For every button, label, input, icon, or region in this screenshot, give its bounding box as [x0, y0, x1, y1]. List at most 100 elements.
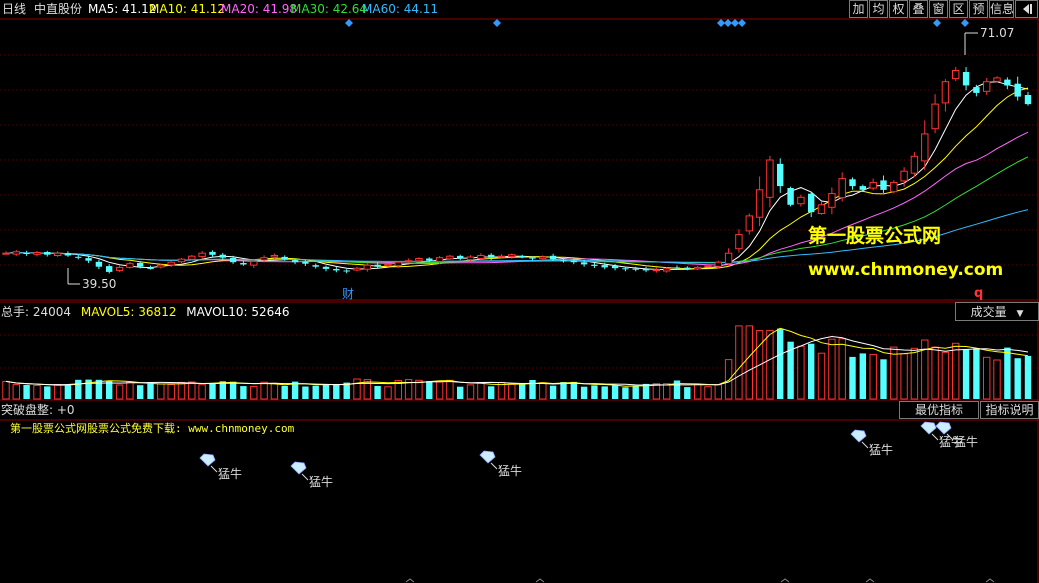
candle-body	[817, 204, 826, 215]
info-diamond-icon	[731, 19, 739, 27]
signal-marker: 猛牛	[290, 461, 333, 489]
volume-bar	[457, 386, 464, 399]
candle-body	[260, 257, 268, 261]
candle-body	[497, 255, 506, 258]
mavol5-label: MAVOL5: 36812	[80, 305, 177, 319]
candle-body	[115, 266, 124, 271]
volume-bar	[849, 356, 856, 399]
volume-bar	[250, 385, 258, 400]
volume-indicator-dropdown[interactable]: 成交量 ▼	[955, 302, 1039, 321]
candle-body	[508, 254, 516, 258]
volume-bar	[219, 381, 226, 399]
volume-bar	[64, 384, 72, 399]
volume-bar	[777, 328, 784, 399]
candle-body	[766, 159, 774, 198]
volume-bar	[229, 381, 237, 399]
volume-bar	[446, 379, 454, 400]
chevron-down-icon: ▼	[1016, 309, 1024, 319]
candle-body	[240, 263, 247, 265]
volume-bar	[735, 325, 743, 400]
volume-bar	[353, 378, 361, 400]
volume-bar	[808, 343, 815, 399]
volume-bar	[209, 382, 216, 399]
volume-bar	[694, 384, 702, 400]
volume-bar	[508, 383, 516, 400]
bottom-tick-mark	[780, 578, 790, 583]
candle-body	[714, 261, 722, 267]
volume-bar	[519, 384, 526, 399]
bottom-tick-mark	[865, 578, 875, 583]
volume-bar	[549, 385, 557, 399]
candle-body	[684, 267, 691, 269]
candle-body	[601, 265, 608, 268]
indicator-help-button[interactable]: 指标说明	[980, 401, 1039, 419]
volume-bar	[611, 385, 619, 399]
candle-body	[23, 253, 30, 254]
candle-body	[322, 266, 330, 269]
volume-bar	[53, 384, 62, 400]
diamond-icon	[850, 429, 867, 443]
volume-bar	[973, 348, 980, 399]
volume-bar	[167, 384, 175, 400]
mavol10-label: MAVOL10: 52646	[186, 305, 290, 319]
volume-bar	[333, 384, 340, 399]
total-volume-label: 总手: 24004	[1, 305, 72, 319]
stock-chart[interactable]: 猛牛猛牛猛牛猛牛猛牛猛牛 71.07 39.50 财 q 第一股票公式网 www…	[0, 0, 1039, 583]
volume-bar	[766, 329, 774, 400]
candle-body	[353, 267, 361, 271]
volume-bar	[147, 383, 154, 399]
candle-body	[446, 255, 454, 260]
volume-bar	[322, 384, 330, 399]
volume-bar	[931, 346, 939, 400]
candle-body	[198, 252, 206, 257]
candle-body	[859, 186, 866, 190]
volume-bar	[384, 386, 392, 400]
signal-marker: 猛牛	[479, 450, 522, 478]
candle-body	[849, 179, 856, 187]
signal-arrow	[210, 465, 218, 473]
volume-bar	[157, 383, 165, 400]
candle-body	[343, 270, 350, 272]
best-indicator-button[interactable]: 最优指标	[899, 401, 979, 419]
candle-body	[890, 181, 898, 193]
candle-body	[426, 258, 433, 261]
volume-bar	[466, 384, 475, 400]
info-diamond-icon	[724, 19, 732, 27]
candle-body	[1004, 79, 1011, 86]
candle-body	[880, 180, 887, 190]
volume-bar	[281, 385, 288, 399]
candle-body	[219, 254, 226, 258]
bottom-tick-mark	[405, 578, 415, 583]
candle-body	[632, 268, 639, 270]
volume-bar	[115, 384, 124, 400]
candle-body	[188, 255, 196, 260]
candle-body	[147, 267, 154, 269]
volume-bar	[488, 386, 495, 399]
signal-label: 猛牛	[218, 466, 242, 481]
candle-body	[993, 77, 1001, 82]
candle-body	[549, 255, 557, 260]
candle-body	[64, 253, 72, 256]
candle-body	[177, 258, 186, 263]
volume-bar	[75, 379, 82, 399]
signal-marker: 猛牛	[850, 429, 893, 457]
candle-body	[137, 262, 144, 267]
candle-body	[12, 251, 21, 255]
candle-body	[75, 256, 82, 258]
volume-bar	[188, 381, 196, 400]
candle-body	[229, 257, 237, 263]
volume-bar	[632, 385, 639, 399]
candle-body	[209, 251, 216, 255]
candle-body	[755, 189, 764, 218]
volume-bar	[477, 382, 485, 400]
volume-bar	[591, 385, 598, 399]
volume-bars	[2, 325, 1032, 400]
volume-bar	[983, 356, 991, 400]
candle-body	[921, 133, 929, 162]
volume-bar	[663, 383, 671, 400]
candle-body	[435, 257, 444, 263]
candle-body	[2, 252, 10, 255]
candle-body	[488, 254, 495, 258]
volume-bar	[880, 359, 887, 399]
candle-body	[457, 255, 464, 259]
